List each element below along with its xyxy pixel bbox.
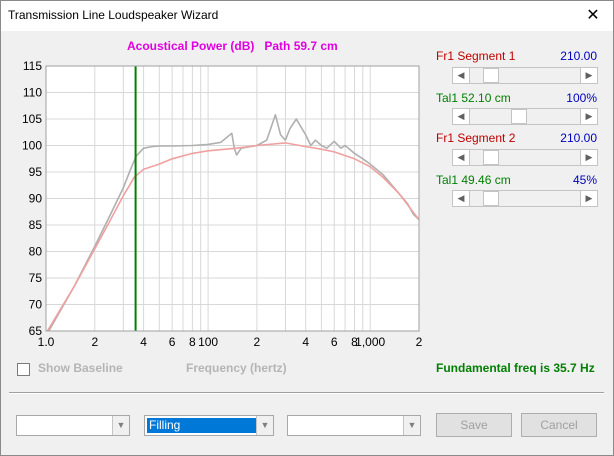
y-tick-label: 110: [23, 86, 42, 100]
fundamental-frequency-text: Fundamental freq is 35.7 Hz: [436, 361, 595, 375]
slider-thumb[interactable]: [511, 109, 527, 124]
chevron-down-icon[interactable]: ▼: [403, 416, 420, 435]
x-tick-label: 4: [302, 335, 309, 349]
save-button[interactable]: Save: [436, 413, 512, 437]
chevron-down-icon[interactable]: ▼: [112, 416, 129, 435]
filling-combo-value: Filling: [147, 418, 257, 433]
y-tick-label: 115: [23, 59, 42, 73]
scroll-right-icon[interactable]: ▶: [580, 109, 597, 124]
tal1-length-label-2: Tal1 49.46 cm: [436, 173, 511, 187]
filling-combo[interactable]: Filling ▼: [144, 415, 274, 436]
x-tick-label: 6: [331, 335, 338, 349]
y-tick-label: 80: [29, 245, 43, 259]
tal1-length-label: Tal1 52.10 cm: [436, 91, 511, 105]
x-tick-label: 2: [416, 335, 423, 349]
scroll-left-icon[interactable]: ◀: [453, 150, 470, 165]
segment-1-slider[interactable]: ◀ ▶: [452, 67, 598, 84]
x-tick-label: 2: [91, 335, 98, 349]
x-tick-label: 100: [198, 335, 218, 349]
tal1-slider-2[interactable]: ◀ ▶: [452, 190, 598, 207]
y-tick-label: 75: [29, 271, 43, 285]
segment-1-value: 210.00: [560, 49, 597, 63]
combo-1[interactable]: ▼: [16, 415, 130, 436]
slider-track[interactable]: [470, 68, 580, 83]
show-baseline-label: Show Baseline: [38, 361, 123, 375]
y-tick-label: 85: [29, 218, 43, 232]
y-tick-label: 100: [22, 139, 42, 153]
tal1-percent-value-2: 45%: [572, 173, 597, 187]
segment-2-label: Fr1 Segment 2: [436, 131, 516, 145]
scroll-left-icon[interactable]: ◀: [453, 109, 470, 124]
x-tick-label: 6: [169, 335, 176, 349]
cancel-button[interactable]: Cancel: [521, 413, 597, 437]
x-tick-label: 8: [189, 335, 196, 349]
tal1-slider[interactable]: ◀ ▶: [452, 108, 598, 125]
slider-thumb[interactable]: [483, 150, 499, 165]
y-tick-label: 70: [29, 298, 43, 312]
x-tick-label: 1,000: [355, 335, 385, 349]
show-baseline-checkbox[interactable]: [17, 363, 30, 376]
scroll-left-icon[interactable]: ◀: [453, 191, 470, 206]
x-tick-label: 4: [140, 335, 147, 349]
scroll-left-icon[interactable]: ◀: [453, 68, 470, 83]
divider: [9, 392, 604, 394]
scroll-right-icon[interactable]: ▶: [580, 68, 597, 83]
slider-thumb[interactable]: [483, 68, 499, 83]
y-tick-label: 95: [29, 165, 43, 179]
slider-thumb[interactable]: [483, 191, 499, 206]
tal1-percent-value: 100%: [566, 91, 597, 105]
segment-2-value: 210.00: [560, 131, 597, 145]
scroll-right-icon[interactable]: ▶: [580, 191, 597, 206]
combo-3-value: [290, 418, 294, 433]
x-tick-label: 2: [254, 335, 261, 349]
x-axis-label: Frequency (hertz): [186, 361, 287, 375]
chevron-down-icon[interactable]: ▼: [256, 416, 273, 435]
slider-track[interactable]: [470, 150, 580, 165]
x-tick-label: 1.0: [38, 335, 55, 349]
slider-track[interactable]: [470, 109, 580, 124]
y-tick-label: 90: [29, 192, 43, 206]
scroll-right-icon[interactable]: ▶: [580, 150, 597, 165]
segment-2-slider[interactable]: ◀ ▶: [452, 149, 598, 166]
segment-1-label: Fr1 Segment 1: [436, 49, 516, 63]
combo-1-value: [19, 418, 23, 433]
combo-3[interactable]: ▼: [287, 415, 421, 436]
slider-track[interactable]: [470, 191, 580, 206]
y-tick-label: 105: [22, 112, 42, 126]
